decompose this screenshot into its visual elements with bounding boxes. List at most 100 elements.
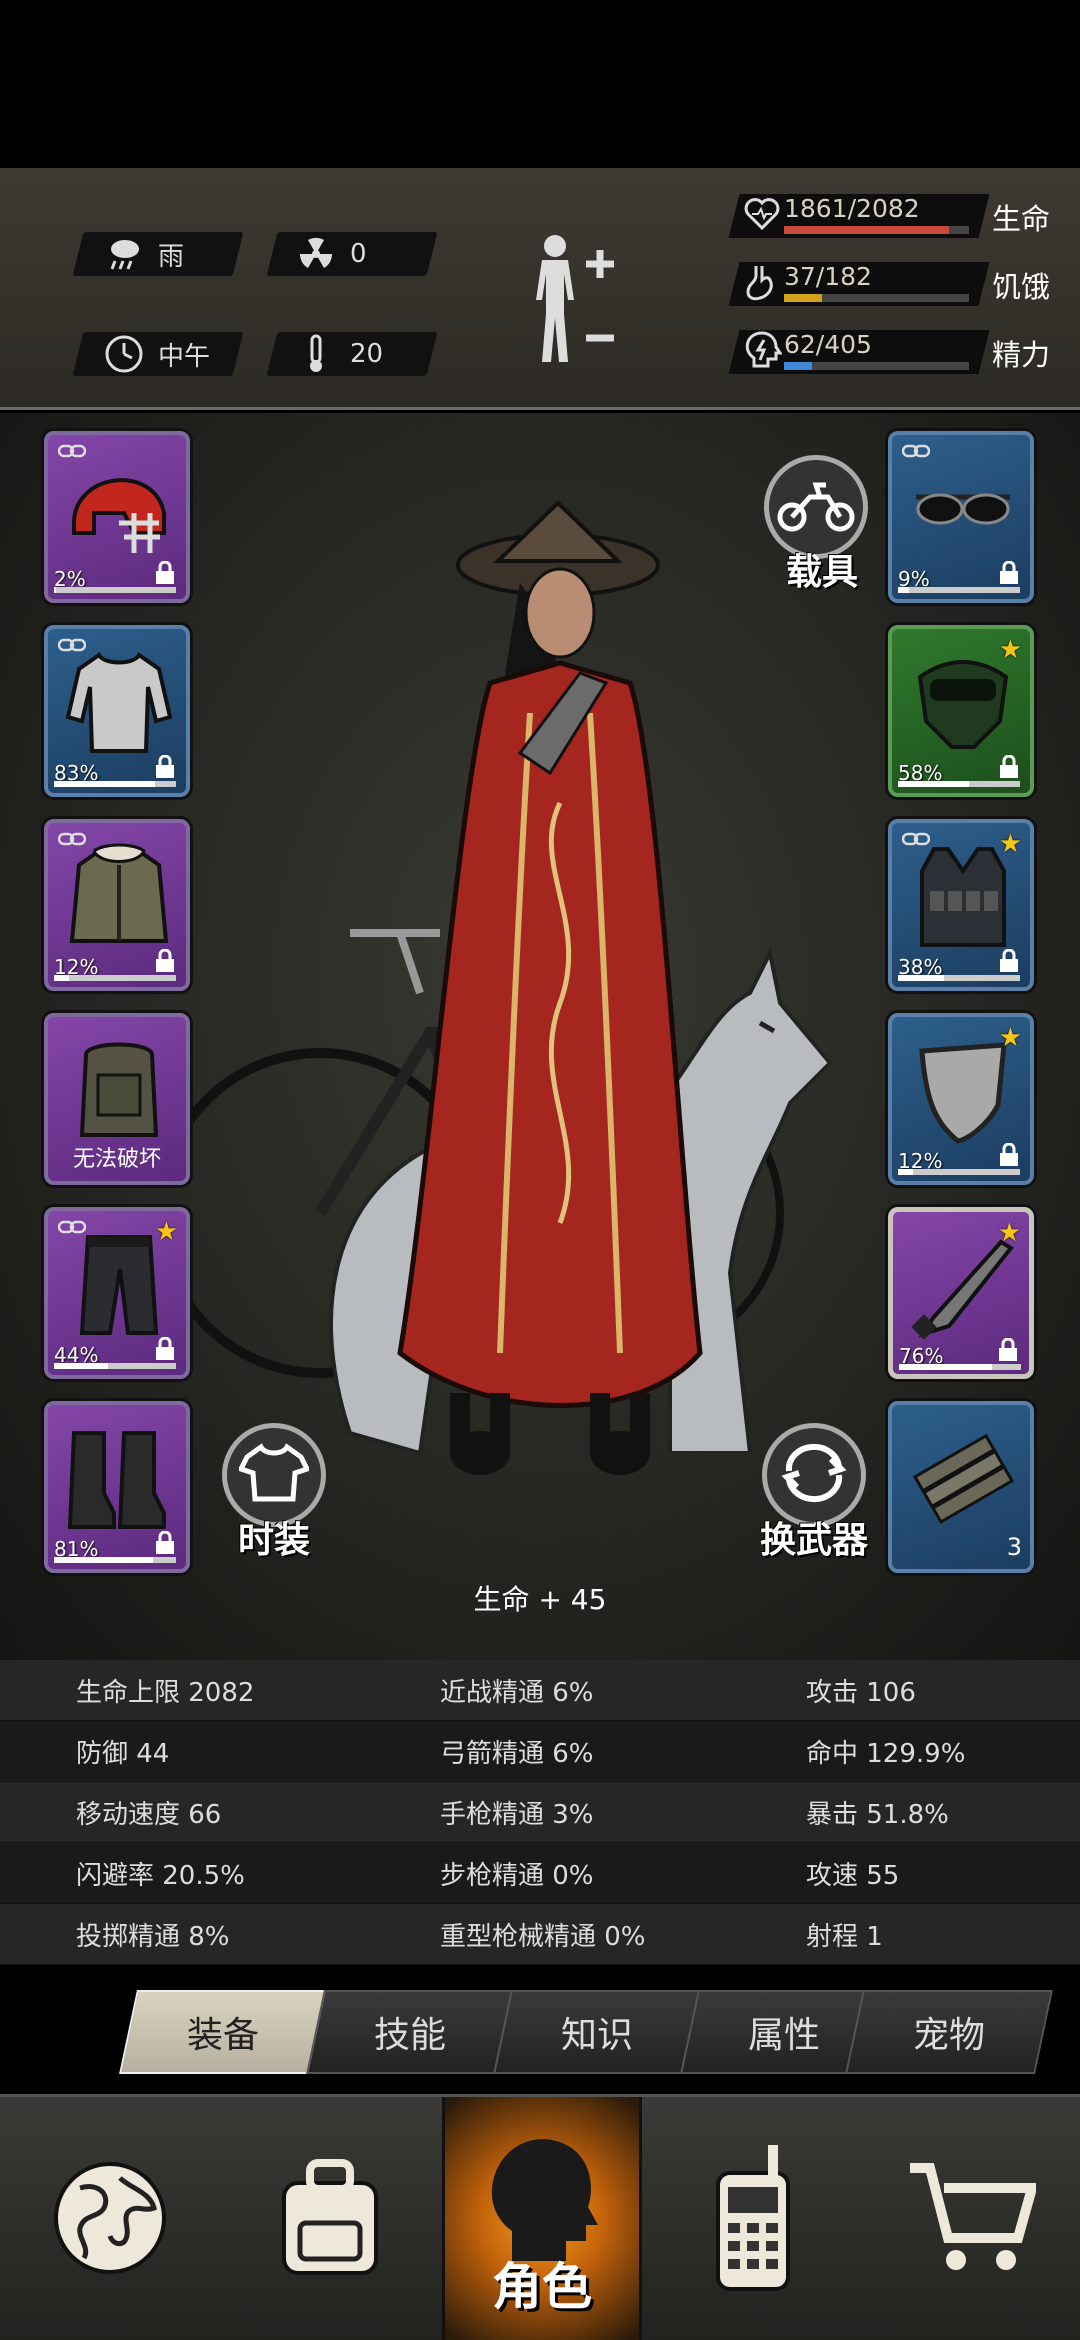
lock-icon <box>997 1337 1019 1362</box>
equipment-slot[interactable]: ★ 58% <box>888 625 1034 797</box>
tshirt-icon <box>237 1443 311 1507</box>
equipment-slot[interactable]: 3 <box>888 1401 1034 1573</box>
boots-icon <box>64 1423 174 1533</box>
nav-character-label: 角色 <box>492 2258 592 2316</box>
temperature-indicator[interactable]: 20 <box>276 332 383 376</box>
swap-arrows-icon <box>779 1443 849 1507</box>
equipment-slot[interactable]: 83% <box>44 625 190 797</box>
lock-icon <box>998 754 1020 779</box>
durability-bar <box>898 1169 1020 1175</box>
stat-cell: 闪避率 20.5% <box>76 1860 245 1891</box>
globe-icon <box>50 2158 170 2282</box>
stats-row: 防御 44 弓箭精通 6% 命中 129.9% <box>0 1721 1080 1782</box>
nav-inventory-button[interactable] <box>220 2097 440 2340</box>
sunglasses-icon <box>908 453 1018 563</box>
character-scene: 2% 83% 12% 无法破坏 ★ 44% 81% 9% ★ 58% ★ 38% ★ 12% ★ 76% 3 … <box>0 413 1080 1663</box>
star-icon: ★ <box>154 1217 178 1247</box>
stat-cell: 暴击 51.8% <box>806 1799 949 1830</box>
equipment-slot[interactable]: 无法破坏 <box>44 1013 190 1185</box>
nav-radio-button[interactable] <box>644 2097 862 2340</box>
clock-icon <box>102 332 146 376</box>
cart-icon <box>906 2158 1039 2282</box>
stat-cell: 手枪精通 3% <box>440 1799 594 1830</box>
durability-bar <box>54 1557 176 1563</box>
lock-icon <box>154 754 176 779</box>
stat-cell: 移动速度 66 <box>76 1799 222 1830</box>
stat-cell: 投掷精通 8% <box>76 1921 230 1952</box>
stat-cell: 攻击 106 <box>806 1677 916 1708</box>
durability-bar <box>54 587 176 593</box>
stat-cell: 命中 129.9% <box>806 1738 966 1769</box>
star-icon: ★ <box>998 829 1022 859</box>
equipment-slot[interactable]: 81% <box>44 1401 190 1573</box>
health-value: 1861/2082 <box>784 194 920 223</box>
thermometer-icon <box>294 332 338 376</box>
radiation-icon <box>294 232 338 276</box>
time-text: 中午 <box>158 341 211 372</box>
tab-skills[interactable]: 技能 <box>315 1990 505 2074</box>
durability-bar <box>898 587 1020 593</box>
stat-cell: 重型枪械精通 0% <box>440 1921 646 1952</box>
lock-icon <box>154 948 176 973</box>
stomach-icon <box>742 262 786 306</box>
radiation-value: 0 <box>350 239 367 269</box>
equipment-bonus-text: 生命 + 45 <box>473 1583 607 1616</box>
health-bar <box>784 226 969 234</box>
dynamite-icon <box>908 1423 1018 1533</box>
equipment-slot[interactable]: ★ 12% <box>888 1013 1034 1185</box>
stat-cell: 步枪精通 0% <box>440 1860 594 1891</box>
stats-row: 生命上限 2082 近战精通 6% 攻击 106 <box>0 1660 1080 1721</box>
health-label: 生命 <box>992 202 1051 236</box>
game-screen: 雨 0 中午 20 1861/2082 生命 37/182 饥饿 62/405 … <box>0 0 1080 2340</box>
bottom-navigation: 角色 <box>0 2094 1080 2340</box>
equipment-slot[interactable]: 2% <box>44 431 190 603</box>
lock-icon <box>998 948 1020 973</box>
star-icon: ★ <box>998 635 1022 665</box>
energy-stat: 62/405 精力 <box>720 322 1070 382</box>
character-tabs: 装备 技能 知识 属性 宠物 <box>110 1990 1060 2074</box>
hunger-stat: 37/182 饥饿 <box>720 254 1070 314</box>
jacket-icon <box>64 841 174 951</box>
stat-cell: 攻速 55 <box>806 1860 900 1891</box>
attribute-stats-table: 生命上限 2082 近战精通 6% 攻击 106 防御 44 弓箭精通 6% 命中 12… <box>0 1660 1080 1965</box>
motorcycle-icon <box>776 475 856 539</box>
vehicle-label: 载具 <box>786 552 859 593</box>
helmet-icon <box>64 453 174 563</box>
equipment-slot[interactable]: 12% <box>44 819 190 991</box>
nav-shop-button[interactable] <box>862 2097 1080 2340</box>
tab-equipment[interactable]: 装备 <box>128 1990 318 2074</box>
star-icon: ★ <box>997 1218 1021 1248</box>
stat-cell: 弓箭精通 6% <box>440 1738 594 1769</box>
equipment-slot[interactable]: ★ 44% <box>44 1207 190 1379</box>
tab-pets[interactable]: 宠物 <box>854 1990 1044 2074</box>
weather-indicator[interactable]: 雨 <box>84 232 184 276</box>
backpack-icon <box>64 1035 174 1145</box>
energy-bar <box>784 362 969 370</box>
equipment-slot[interactable]: 9% <box>888 431 1034 603</box>
star-icon: ★ <box>998 1023 1022 1053</box>
equipment-slot[interactable]: ★ 76% <box>888 1207 1034 1379</box>
stats-row: 投掷精通 8% 重型枪械精通 0% 射程 1 <box>0 1904 1080 1965</box>
heart-icon <box>742 194 786 238</box>
health-stat: 1861/2082 生命 <box>720 186 1070 246</box>
stats-row: 移动速度 66 手枪精通 3% 暴击 51.8% <box>0 1782 1080 1843</box>
head-bolt-icon <box>742 330 786 374</box>
body-figure-icon[interactable] <box>520 228 630 378</box>
durability-bar <box>54 1363 176 1369</box>
rain-cloud-icon <box>102 232 146 276</box>
equipment-slot[interactable]: ★ 38% <box>888 819 1034 991</box>
lock-icon <box>998 560 1020 585</box>
radiation-indicator[interactable]: 0 <box>276 232 367 276</box>
energy-value: 62/405 <box>784 330 872 359</box>
switch-weapon-label: 换武器 <box>760 1520 869 1561</box>
time-indicator[interactable]: 中午 <box>84 332 210 376</box>
durability-bar <box>898 781 1020 787</box>
shirt-icon <box>64 647 174 757</box>
nav-world-button[interactable] <box>0 2097 220 2340</box>
durability-bar <box>54 781 176 787</box>
tab-knowledge[interactable]: 知识 <box>502 1990 692 2074</box>
character-illustration <box>397 500 703 1475</box>
backpack-icon <box>270 2153 390 2287</box>
nav-character-button[interactable]: 角色 <box>442 2097 642 2340</box>
durability-bar <box>898 975 1020 981</box>
